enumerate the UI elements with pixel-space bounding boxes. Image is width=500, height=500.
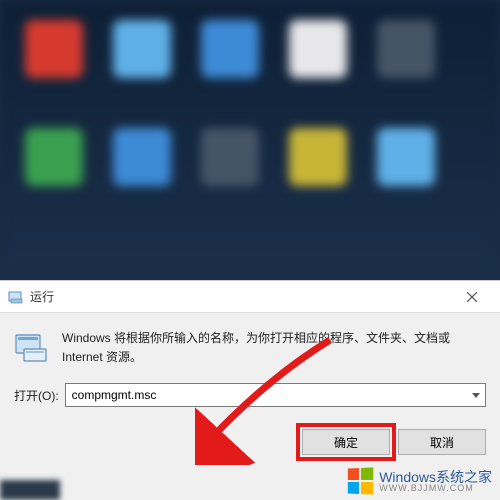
open-row: 打开(O): [0,377,500,419]
taskbar-fragment [0,480,60,500]
desktop-icon [113,20,171,78]
ok-button[interactable]: 确定 [302,429,390,455]
dialog-description: Windows 将根据你所输入的名称，为你打开相应的程序、文件夹、文档或 Int… [62,329,486,367]
desktop-background [0,0,500,280]
desktop-icon [289,128,347,186]
close-button[interactable] [452,283,492,311]
dialog-title: 运行 [30,288,452,305]
desktop-icon [377,128,435,186]
open-combobox[interactable] [65,383,486,407]
button-row: 确定 取消 [0,419,500,465]
watermark-url: WWW.BJJMW.COM [379,484,492,493]
desktop-icon [25,20,83,78]
watermark-title: Windows系统之家 [379,470,492,484]
run-dialog: 运行 Windows 将根据你所输入的名称，为你打开相应的程序、文件夹、文档或 … [0,280,500,500]
open-input[interactable] [66,388,467,402]
chevron-down-icon[interactable] [467,384,485,406]
desktop-icon [289,20,347,78]
titlebar: 运行 [0,281,500,313]
run-dialog-icon [8,289,24,305]
dialog-body: Windows 将根据你所输入的名称，为你打开相应的程序、文件夹、文档或 Int… [0,313,500,377]
watermark: Windows系统之家 WWW.BJJMW.COM [347,468,492,494]
desktop-icon [25,128,83,186]
open-label: 打开(O): [14,387,59,404]
desktop-icon [201,128,259,186]
run-program-icon [14,329,50,365]
cancel-button[interactable]: 取消 [398,429,486,455]
windows-logo-icon [348,467,373,494]
desktop-icon [201,20,259,78]
desktop-icon [113,128,171,186]
desktop-icon [377,20,435,78]
